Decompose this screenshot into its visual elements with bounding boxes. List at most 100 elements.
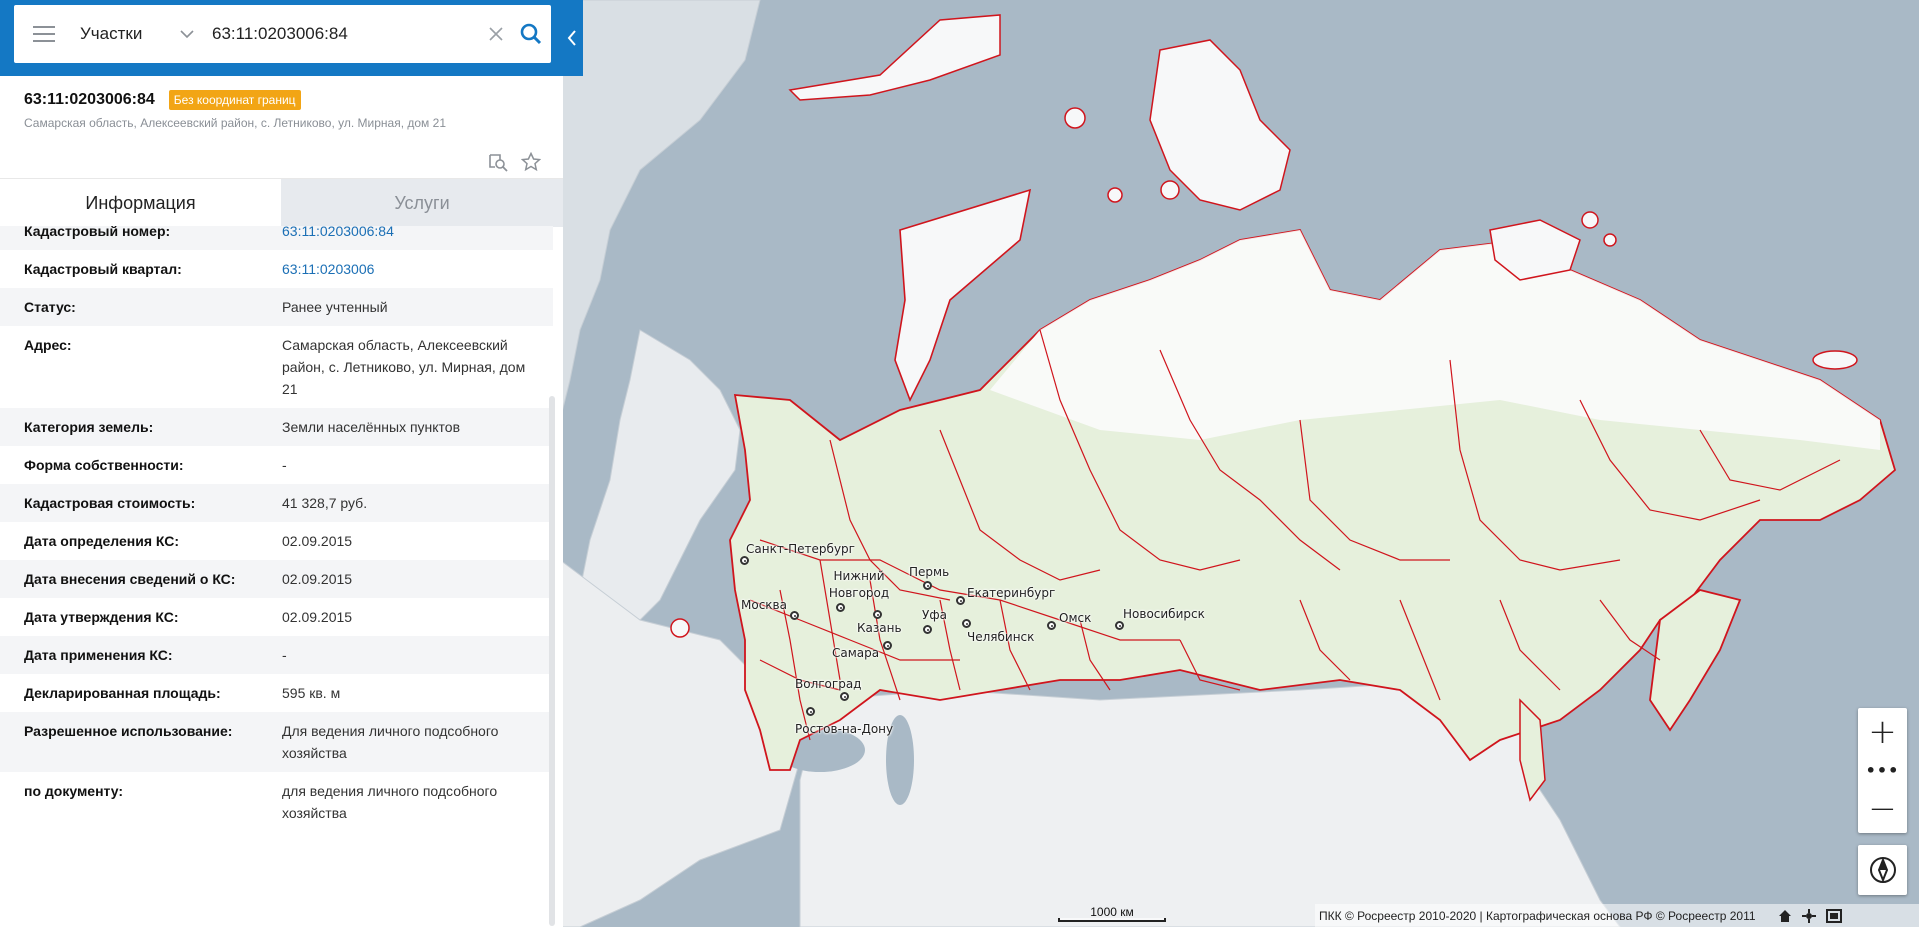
info-key: Категория земель: xyxy=(24,419,154,435)
info-key: Адрес: xyxy=(24,337,72,353)
info-value: 02.09.2015 xyxy=(282,533,353,549)
info-value: Для ведения личного подсобного хозяйства xyxy=(282,723,499,761)
info-key: Статус: xyxy=(24,299,76,315)
object-address: Самарская область, Алексеевский район, с… xyxy=(24,116,446,130)
info-value: 41 328,7 руб. xyxy=(282,495,368,511)
info-key: Дата применения КС: xyxy=(24,647,173,663)
cadastral-number-link[interactable]: 63:11:0203006:84 xyxy=(282,226,544,242)
city-label: Омск xyxy=(1059,611,1092,625)
info-row: Разрешенное использование: Для ведения ли… xyxy=(0,712,553,772)
info-key: Декларированная площадь: xyxy=(24,685,221,701)
menu-button[interactable] xyxy=(14,5,74,63)
close-icon xyxy=(489,27,503,41)
zoom-in-button[interactable]: + xyxy=(1858,708,1907,756)
scale-label: 1000 км xyxy=(1090,905,1134,919)
info-row: Дата утверждения КС: 02.09.2015 xyxy=(0,598,553,636)
info-table: Кадастровый номер: 63:11:0203006:84 Кадас… xyxy=(0,226,553,832)
zoom-to-object-icon xyxy=(489,154,508,172)
info-value: - xyxy=(282,647,287,663)
city-label: Москва xyxy=(741,598,787,612)
layers-icon[interactable] xyxy=(1825,908,1842,923)
city-dot-icon xyxy=(923,581,932,590)
info-key: Кадастровый квартал: xyxy=(24,261,182,277)
search-input[interactable] xyxy=(202,5,481,63)
city-dot-icon xyxy=(923,625,932,634)
info-row: Адрес: Самарская область, Алексеевский ра… xyxy=(0,326,553,408)
clear-search-button[interactable] xyxy=(481,5,511,63)
info-row: Дата применения КС: - xyxy=(0,636,553,674)
more-tools-button[interactable]: ••• xyxy=(1858,756,1907,784)
info-value: Самарская область, Алексеевский район, с… xyxy=(282,337,526,397)
cadastral-quarter-link[interactable]: 63:11:0203006 xyxy=(282,258,544,280)
info-key: Кадастровый номер: xyxy=(24,226,171,239)
info-row: Кадастровая стоимость: 41 328,7 руб. xyxy=(0,484,553,522)
search-icon xyxy=(520,23,542,45)
info-row: Декларированная площадь: 595 кв. м xyxy=(0,674,553,712)
city-dot-icon xyxy=(1047,621,1056,630)
search-box: Участки xyxy=(14,5,551,63)
city-label: Уфа xyxy=(922,608,947,622)
info-value: 02.09.2015 xyxy=(282,609,353,625)
info-row: по документу: для ведения личного подсобн… xyxy=(0,772,553,832)
city-label: Волгоград xyxy=(795,677,862,691)
attribution-text: ПКК © Росреестр 2010-2020 | Картографиче… xyxy=(1319,908,1756,923)
info-value: 02.09.2015 xyxy=(282,571,353,587)
locate-icon[interactable] xyxy=(1801,908,1816,923)
info-row: Статус: Ранее учтенный xyxy=(0,288,553,326)
zoom-out-button[interactable]: − xyxy=(1858,784,1907,833)
status-badge: Без координат границ xyxy=(168,90,301,110)
info-scrollbar[interactable] xyxy=(549,396,555,926)
object-type-select[interactable]: Участки xyxy=(74,5,202,63)
show-on-map-button[interactable] xyxy=(487,152,509,172)
city-dot-icon xyxy=(806,707,815,716)
info-value: - xyxy=(282,457,287,473)
scale-bar xyxy=(1058,918,1166,922)
info-value: Земли населённых пунктов xyxy=(282,419,461,435)
city-dot-icon xyxy=(1115,621,1124,630)
chevron-down-icon xyxy=(180,29,194,38)
search-bar: Участки xyxy=(0,0,583,76)
object-info-panel: 63:11:0203006:84 Без координат границ Са… xyxy=(0,76,563,927)
zoom-controls: + ••• − xyxy=(1858,708,1907,833)
home-icon[interactable] xyxy=(1778,909,1792,923)
city-dot-icon xyxy=(956,596,965,605)
chevron-left-icon xyxy=(567,30,576,46)
city-dot-icon xyxy=(836,603,845,612)
star-icon xyxy=(521,152,541,172)
tab-services[interactable]: Услуги xyxy=(281,179,563,227)
info-list[interactable]: Кадастровый номер: 63:11:0203006:84 Кадас… xyxy=(0,226,563,927)
object-type-value: Участки xyxy=(80,24,143,43)
city-label: Нижний Новгород xyxy=(828,569,890,600)
info-row: Форма собственности: - xyxy=(0,446,553,484)
hamburger-icon xyxy=(33,26,55,42)
city-dot-icon xyxy=(883,641,892,650)
info-key: Дата утверждения КС: xyxy=(24,609,179,625)
city-dot-icon xyxy=(840,692,849,701)
compass-icon xyxy=(1869,857,1896,883)
favorite-button[interactable] xyxy=(521,152,541,172)
city-dot-icon xyxy=(873,610,882,619)
info-row: Дата внесения сведений о КС: 02.09.2015 xyxy=(0,560,553,598)
compass-button[interactable] xyxy=(1858,845,1907,895)
info-row: Дата определения КС: 02.09.2015 xyxy=(0,522,553,560)
collapse-panel-button[interactable] xyxy=(561,0,583,76)
city-label: Самара xyxy=(832,646,880,660)
city-label: Казань xyxy=(857,621,902,635)
search-button[interactable] xyxy=(511,5,551,63)
info-value: Ранее учтенный xyxy=(282,299,388,315)
info-row: Категория земель: Земли населённых пункто… xyxy=(0,408,553,446)
info-row: Кадастровый номер: 63:11:0203006:84 xyxy=(0,226,553,250)
info-key: по документу: xyxy=(24,783,124,799)
tab-information[interactable]: Информация xyxy=(0,179,281,227)
info-row: Кадастровый квартал: 63:11:0203006 xyxy=(0,250,553,288)
info-key: Разрешенное использование: xyxy=(24,723,233,739)
info-key: Форма собственности: xyxy=(24,457,184,473)
info-key: Дата внесения сведений о КС: xyxy=(24,571,236,587)
city-dot-icon xyxy=(962,619,971,628)
info-key: Дата определения КС: xyxy=(24,533,180,549)
cadastral-number-title: 63:11:0203006:84 xyxy=(24,91,155,108)
city-label: Пермь xyxy=(909,565,950,579)
city-dot-icon xyxy=(740,556,749,565)
info-key: Кадастровая стоимость: xyxy=(24,495,196,511)
city-label: Ростов-на-Дону xyxy=(795,722,894,736)
